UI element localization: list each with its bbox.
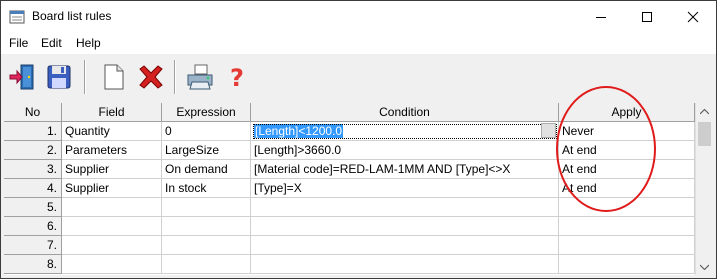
row-number: 2.	[4, 141, 62, 160]
save-button[interactable]	[43, 60, 75, 94]
row-number: 7.	[4, 236, 62, 255]
column-header-expression[interactable]: Expression	[162, 103, 251, 122]
scroll-thumb[interactable]	[698, 122, 711, 146]
scroll-up-button[interactable]	[696, 103, 713, 120]
cell-apply[interactable]	[559, 236, 695, 255]
row-number: 1.	[4, 122, 62, 141]
exit-icon	[9, 64, 34, 90]
column-header-apply[interactable]: Apply	[559, 103, 695, 122]
cell-field[interactable]	[62, 255, 162, 274]
cell-field[interactable]: Parameters	[62, 141, 162, 160]
cell-condition[interactable]	[251, 236, 559, 255]
cell-condition[interactable]	[251, 255, 559, 274]
toolbar-separator	[84, 60, 86, 94]
cell-expression[interactable]: On demand	[162, 160, 251, 179]
toolbar: ?	[1, 54, 716, 102]
cell-apply[interactable]: At end	[559, 141, 695, 160]
exit-button[interactable]	[7, 60, 39, 94]
cell-condition[interactable]: [Length]>3660.0	[251, 141, 559, 160]
board-list-rules-window: Board list rules File Edit Help ? No Fie…	[0, 0, 717, 279]
window-title: Board list rules	[32, 9, 112, 23]
cell-condition[interactable]: [Type]=X	[251, 179, 559, 198]
cell-apply[interactable]	[559, 255, 695, 274]
delete-button[interactable]	[135, 60, 167, 94]
cell-expression[interactable]	[162, 255, 251, 274]
menu-edit[interactable]: Edit	[41, 36, 62, 50]
new-icon	[104, 64, 124, 90]
close-icon	[687, 11, 699, 22]
column-header-no[interactable]: No	[4, 103, 62, 122]
cell-condition[interactable]: [Material code]=RED-LAM-1MM AND [Type]<>…	[251, 160, 559, 179]
cell-expression[interactable]	[162, 236, 251, 255]
cell-condition[interactable]	[251, 217, 559, 236]
row-number: 4.	[4, 179, 62, 198]
help-button[interactable]: ?	[221, 60, 253, 94]
title-bar: Board list rules	[1, 1, 716, 32]
row-number: 3.	[4, 160, 62, 179]
cell-expression[interactable]	[162, 217, 251, 236]
cell-expression[interactable]: In stock	[162, 179, 251, 198]
chevron-down-icon	[700, 264, 709, 270]
vertical-scrollbar[interactable]	[695, 103, 713, 275]
app-icon	[9, 10, 25, 24]
save-icon	[47, 65, 71, 89]
row-number: 6.	[4, 217, 62, 236]
column-header-field[interactable]: Field	[62, 103, 162, 122]
cell-expression[interactable]	[162, 198, 251, 217]
print-icon	[187, 64, 213, 90]
cell-expression[interactable]: LargeSize	[162, 141, 251, 160]
cell-field[interactable]: Quantity	[62, 122, 162, 141]
cell-apply[interactable]	[559, 217, 695, 236]
scroll-down-button[interactable]	[696, 258, 713, 275]
print-button[interactable]	[184, 60, 216, 94]
delete-icon	[139, 65, 163, 89]
cell-field[interactable]	[62, 217, 162, 236]
cell-apply[interactable]: Never	[559, 122, 695, 141]
cell-field[interactable]	[62, 198, 162, 217]
menu-help[interactable]: Help	[76, 36, 101, 50]
cell-expression[interactable]: 0	[162, 122, 251, 141]
menu-file[interactable]: File	[9, 36, 28, 50]
new-button[interactable]	[97, 60, 129, 94]
menu-bar: File Edit Help	[1, 32, 716, 54]
row-number: 8.	[4, 255, 62, 274]
cell-condition[interactable]: [Length]<1200.0	[251, 122, 559, 141]
cell-field[interactable]	[62, 236, 162, 255]
maximize-icon	[642, 11, 652, 22]
row-number: 5.	[4, 198, 62, 217]
close-button[interactable]	[670, 1, 716, 32]
cell-field[interactable]: Supplier	[62, 160, 162, 179]
rules-grid[interactable]: No Field Expression Condition Apply 1. Q…	[4, 103, 713, 275]
svg-text:?: ?	[230, 64, 244, 92]
cell-apply[interactable]: At end	[559, 179, 695, 198]
cell-field[interactable]: Supplier	[62, 179, 162, 198]
column-header-condition[interactable]: Condition	[251, 103, 559, 122]
chevron-up-icon	[700, 108, 709, 114]
cell-apply[interactable]	[559, 198, 695, 217]
cell-condition[interactable]	[251, 198, 559, 217]
help-icon: ?	[230, 64, 244, 92]
toolbar-separator	[174, 60, 176, 94]
minimize-icon	[596, 16, 606, 18]
condition-selected-text[interactable]: [Length]<1200.0	[254, 124, 344, 138]
condition-edit-button[interactable]	[541, 123, 556, 138]
cell-apply[interactable]: At end	[559, 160, 695, 179]
minimize-button[interactable]	[578, 1, 624, 32]
maximize-button[interactable]	[624, 1, 670, 32]
